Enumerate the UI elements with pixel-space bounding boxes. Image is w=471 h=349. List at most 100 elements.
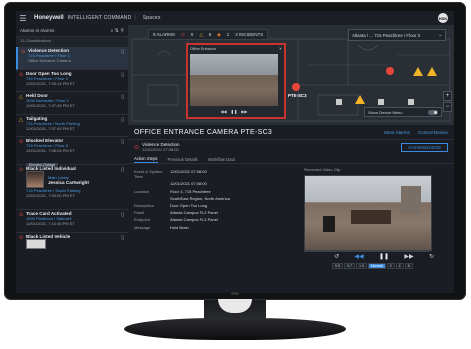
floor-map[interactable]: 9 ALARMS ⊙ 0 △ 8 ◆ 1 3 INCIDENTS Atlanta… — [128, 25, 454, 125]
rewind-icon[interactable]: ◀◀ — [220, 109, 226, 115]
video-controls: ↺ ◀◀ ❚❚ ▶▶ ↻ — [334, 253, 434, 260]
field-value: Atlanta Campus FL3 Panel — [170, 210, 218, 216]
rewind-icon[interactable]: ◀◀ — [354, 253, 363, 260]
alarm-time: 12/01/2021, 7:09:00 PM ET — [26, 193, 75, 198]
field-key — [134, 181, 170, 186]
speed-option[interactable]: 8 — [404, 263, 413, 269]
app-screen: ☰ Honeywell INTELLIGENT COMMAND | Spaces… — [16, 11, 454, 293]
speed-option[interactable]: 2 — [386, 263, 395, 269]
field-row: Location Floor 3, 715 Peachtree — [134, 189, 274, 194]
close-icon[interactable]: ✕ — [279, 46, 282, 51]
tab-action-steps[interactable]: Action Steps — [134, 156, 158, 163]
red-alert-icon: ⊙ — [19, 139, 24, 145]
bookmark-icon[interactable]: ▯ — [121, 72, 124, 78]
bookmark-icon[interactable]: ▯ — [121, 117, 124, 123]
alarm-marker-icon[interactable] — [386, 67, 394, 75]
field-key: Event & System Time — [134, 169, 163, 180]
alarm-count: 13 Classifications — [16, 37, 128, 47]
person-card: Main Lobby Jessica Cartwright — [26, 171, 124, 188]
zoom-in-button[interactable]: + — [443, 91, 452, 101]
map-markers — [292, 67, 437, 105]
bookmark-icon[interactable]: ▯ — [121, 235, 124, 241]
bookmark-icon[interactable]: ▯ — [121, 94, 124, 100]
detail-header: OFFICE ENTRANCE CAMERA PTE-SC3 More Alar… — [128, 125, 454, 140]
popup-title: Office Entrance — [190, 46, 217, 51]
brand-logo: Honeywell — [34, 15, 64, 21]
site-selector[interactable]: Atlanta / ... 715 Peachtree / Floor 3 ⌄ — [348, 29, 446, 41]
video-scene-desk — [351, 210, 391, 224]
forward-icon[interactable]: ▶▶ — [404, 253, 413, 260]
warning-marker-icon[interactable] — [355, 95, 365, 104]
site-selector-value: Atlanta / ... 715 Peachtree / Floor 3 — [352, 32, 421, 38]
device-marker-icon[interactable] — [336, 99, 342, 105]
yellow-count: 8 — [208, 32, 212, 37]
list-item[interactable]: △ Tailgating 715 Peachtree / North Parki… — [16, 115, 128, 137]
more-alarms-button[interactable]: More Alarms — [384, 130, 410, 135]
camera-label: PTE-SC3 — [288, 93, 307, 98]
recorded-video-player[interactable] — [304, 175, 432, 251]
bookmark-icon[interactable]: ▯ — [121, 212, 124, 218]
device-menu-toggle[interactable] — [428, 109, 438, 115]
acknowledge-button[interactable]: ACKNOWLEDGE — [400, 142, 448, 152]
zoom-out-button[interactable]: − — [443, 102, 452, 112]
list-item[interactable]: ⊙ Door Open Too Long 715 Peachtree / Flo… — [16, 70, 128, 92]
camera-marker-icon[interactable] — [292, 83, 300, 91]
speed-option[interactable]: 0.7 — [344, 263, 355, 269]
forward-icon[interactable]: ▶▶ — [241, 109, 247, 115]
camera-popup[interactable]: Office Entrance ✕ ◀◀ ❚❚ ▶▶ — [186, 43, 286, 119]
field-row: 12/01/2021 07:08:00 — [134, 181, 274, 186]
monitor-bezel: ☰ Honeywell INTELLIGENT COMMAND | Spaces… — [4, 2, 466, 300]
yellow-warning-icon: △ — [19, 94, 23, 100]
sidebar-header: Alarms in Alarms ⌕ ⇅ ⚲ — [16, 25, 128, 37]
video-timeline[interactable] — [304, 251, 430, 252]
tab-workflow-data[interactable]: Workflow Data — [208, 157, 235, 163]
refresh-icon[interactable]: ↻ — [429, 253, 434, 260]
list-item[interactable]: ⊙ Trace Card Activated 1000 Piedmont / S… — [16, 210, 128, 233]
speed-option[interactable]: 1.0 — [356, 263, 367, 269]
search-icon[interactable]: ⌕ ⇅ ⚲ — [111, 28, 124, 34]
warning-marker-icon[interactable] — [427, 67, 437, 76]
field-key — [134, 196, 170, 201]
chevron-down-icon: ⌄ — [438, 32, 442, 37]
show-device-menu-label: Show Device Menu — [368, 109, 403, 115]
bookmark-icon[interactable]: ▯ — [121, 139, 124, 145]
field-key: Description — [134, 203, 155, 209]
device-marker-icon[interactable] — [408, 99, 414, 105]
person-photo — [26, 171, 44, 188]
list-item[interactable]: ⊙ Blocked Elevator 715 Peachtree / Floor… — [16, 137, 128, 167]
speed-option[interactable]: 0.5 — [332, 263, 343, 269]
red-alert-icon: ⊙ — [21, 49, 26, 55]
warning-marker-icon[interactable] — [413, 67, 423, 76]
red-alert-icon: ⊙ — [181, 31, 185, 37]
show-device-menu[interactable]: Show Device Menu — [364, 107, 442, 117]
page-title: OFFICE ENTRANCE CAMERA PTE-SC3 — [134, 128, 273, 136]
list-item[interactable]: ⊙ Violence Detection 715 Peachtree / Flo… — [16, 47, 128, 70]
pause-icon[interactable]: ❚❚ — [379, 253, 389, 260]
list-item[interactable]: △ Held Door 1000 Northside / Floor 1 12/… — [16, 92, 128, 115]
bookmark-icon[interactable]: ▯ — [121, 49, 124, 55]
pause-icon[interactable]: ❚❚ — [231, 109, 238, 115]
monitor-logo — [231, 292, 239, 295]
field-value: Atlanta Campus FL3 Panel — [170, 217, 218, 223]
replay-icon[interactable]: ↺ — [334, 253, 339, 260]
speed-option[interactable]: 4 — [395, 263, 404, 269]
red-alert-icon: ⊙ — [19, 234, 24, 241]
speed-option[interactable]: Normal — [368, 263, 386, 269]
avatar[interactable]: HSK — [438, 13, 448, 23]
field-value: Hold Brain — [170, 224, 189, 230]
section-title[interactable]: Spaces — [143, 15, 161, 21]
field-value: 12/01/2021 07:08:00 — [170, 181, 207, 187]
camera-preview[interactable] — [190, 54, 278, 106]
list-item[interactable]: ⊙ Black Listed Vehicle ▯ — [16, 233, 128, 255]
video-scene-shelf — [401, 186, 421, 214]
list-item[interactable]: ⊙ Black Listed Individual Main Lobby Jes… — [16, 165, 128, 210]
license-plate-image — [26, 238, 46, 249]
bookmark-icon[interactable]: ▯ — [121, 167, 124, 173]
tab-previous-details[interactable]: Previous Details — [168, 157, 198, 163]
menu-icon[interactable]: ☰ — [16, 14, 30, 23]
control-device-button[interactable]: Control Device — [418, 130, 448, 135]
field-key: Message — [134, 224, 151, 230]
device-marker-icon[interactable] — [378, 99, 384, 105]
app-title: INTELLIGENT COMMAND — [67, 15, 132, 21]
yellow-warning-icon: △ — [199, 31, 203, 37]
